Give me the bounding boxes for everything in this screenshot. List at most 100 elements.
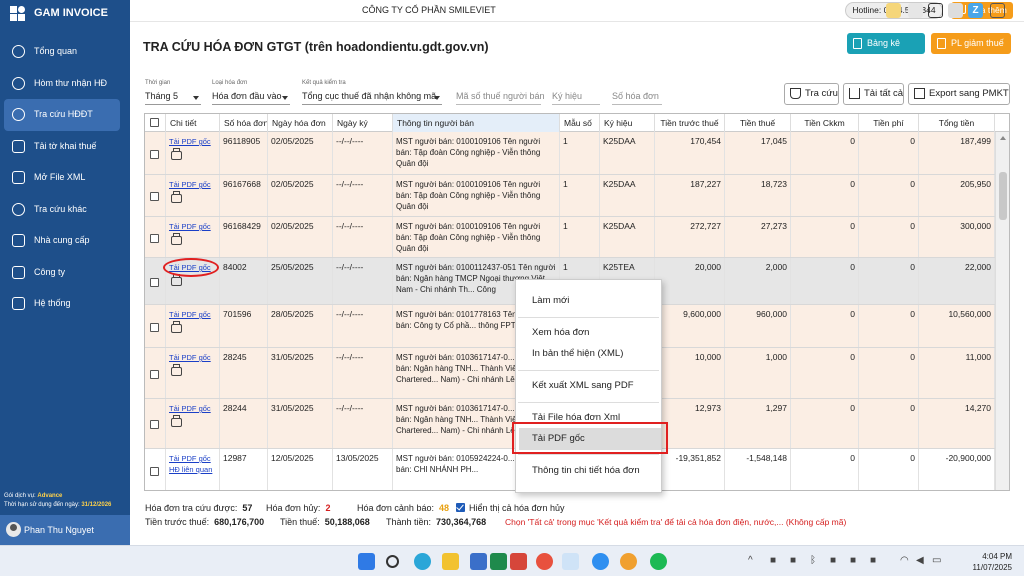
printer-icon[interactable] [171, 148, 182, 160]
table-row[interactable]: Tải PDF gốc 96118905 02/05/2025 --/--/---- M… [145, 132, 995, 175]
user-box[interactable]: Phan Thu Nguyet [0, 515, 130, 545]
tax-listing-button[interactable]: Bảng kê thuế [847, 33, 925, 69]
printer-icon[interactable] [171, 191, 182, 203]
language-icon[interactable]: ■ [870, 555, 876, 566]
download-pdf-link[interactable]: Tải PDF gốc [169, 454, 211, 463]
tax-reduction-button[interactable]: PL giảm thuế [931, 33, 1011, 54]
show-cancelled-label[interactable]: Hiển thị cả hóa đơn hủy [469, 503, 564, 513]
volume-icon[interactable]: ◀ [916, 555, 924, 566]
table-row[interactable]: Tải PDF gốc 96167668 02/05/2025 --/--/---- M… [145, 175, 995, 217]
book-icon[interactable] [990, 3, 1005, 18]
col-detail[interactable]: Chi tiết [166, 114, 220, 132]
tray-icon[interactable]: ■ [770, 555, 776, 566]
sidebar-item-overview[interactable]: Tổng quan [4, 36, 120, 68]
download-pdf-link[interactable]: Tải PDF gốc [169, 222, 211, 231]
col-pre-tax[interactable]: Tiền trước thuế [655, 114, 725, 132]
export-button[interactable]: Export sang PMKT [908, 83, 1010, 105]
windows-start-icon[interactable] [358, 553, 375, 570]
show-cancelled-checkbox[interactable] [456, 503, 465, 512]
col-discount[interactable]: Tiền Ckkm [791, 114, 859, 132]
printer-icon[interactable] [171, 274, 182, 286]
printer-icon[interactable] [171, 415, 182, 427]
mail-icon[interactable] [928, 3, 943, 18]
row-checkbox[interactable] [150, 420, 159, 429]
related-invoice-link[interactable]: HĐ liên quan [169, 464, 216, 475]
menu-print-xml[interactable]: In bản thể hiện (XML) [516, 343, 661, 365]
row-select-cell[interactable] [145, 132, 166, 174]
row-select-cell[interactable] [145, 175, 166, 216]
user-icon[interactable] [908, 3, 923, 18]
scroll-thumb[interactable] [999, 172, 1007, 220]
col-total[interactable]: Tổng tiền [919, 114, 995, 132]
col-form[interactable]: Mẫu số [560, 114, 600, 132]
powerpoint-icon[interactable] [510, 553, 527, 570]
excel-icon[interactable] [490, 553, 507, 570]
col-invoice-no[interactable]: Số hóa đơn [220, 114, 268, 132]
file-explorer-icon[interactable] [442, 553, 459, 570]
scroll-up-icon[interactable] [1000, 136, 1006, 140]
printer-icon[interactable] [171, 321, 182, 333]
zalo-icon[interactable] [592, 553, 609, 570]
col-fee[interactable]: Tiền phí [859, 114, 919, 132]
chrome-icon[interactable] [536, 553, 553, 570]
row-select-cell[interactable] [145, 305, 166, 347]
money-bag-icon[interactable] [886, 3, 901, 18]
nvidia-icon[interactable]: ■ [790, 555, 796, 566]
table-row[interactable]: Tải PDF gốc 96168429 02/05/2025 --/--/---- M… [145, 217, 995, 258]
row-select-cell[interactable] [145, 399, 166, 448]
row-checkbox[interactable] [150, 278, 159, 287]
download-pdf-link[interactable]: Tải PDF gốc [169, 137, 211, 146]
col-symbol[interactable]: Ký hiệu [600, 114, 655, 132]
col-seller[interactable]: Thông tin người bán [393, 114, 560, 132]
word-icon[interactable] [470, 553, 487, 570]
col-sign-date[interactable]: Ngày ký [333, 114, 393, 132]
menu-invoice-details[interactable]: Thông tin chi tiết hóa đơn [516, 460, 661, 482]
help-icon[interactable] [948, 3, 963, 18]
sidebar-item-tax-declaration[interactable]: Tải tờ khai thuế [4, 131, 120, 163]
download-pdf-link[interactable]: Tải PDF gốc [169, 353, 211, 362]
search-button[interactable]: Tra cứu [784, 83, 839, 105]
row-checkbox[interactable] [150, 467, 159, 476]
spotify-icon[interactable] [650, 553, 667, 570]
chevron-up-icon[interactable]: ^ [748, 555, 753, 566]
sidebar-item-inbox[interactable]: Hòm thư nhận HĐ [4, 68, 120, 100]
efy-icon[interactable] [620, 553, 637, 570]
tray-icon[interactable]: ■ [850, 555, 856, 566]
col-invoice-date[interactable]: Ngày hóa đơn [268, 114, 333, 132]
row-checkbox[interactable] [150, 192, 159, 201]
col-tax[interactable]: Tiền thuế [725, 114, 791, 132]
menu-view-invoice[interactable]: Xem hóa đơn [516, 322, 661, 344]
clock[interactable]: 4:04 PM 11/07/2025 [973, 551, 1012, 573]
sidebar-item-company[interactable]: Công ty [4, 257, 120, 289]
download-pdf-link[interactable]: Tải PDF gốc [169, 180, 211, 189]
sidebar-item-other-lookup[interactable]: Tra cứu khác [4, 194, 120, 226]
row-select-cell[interactable] [145, 449, 166, 490]
row-select-cell[interactable] [145, 348, 166, 398]
search-icon[interactable] [386, 555, 399, 568]
menu-export-pdf[interactable]: Kết xuất XML sang PDF [516, 375, 661, 397]
sidebar-item-open-xml[interactable]: Mở File XML [4, 162, 120, 194]
printer-icon[interactable] [171, 364, 182, 376]
select-all-header[interactable] [145, 114, 166, 132]
bluetooth-icon[interactable]: ᛒ [810, 555, 816, 566]
row-select-cell[interactable] [145, 217, 166, 257]
sidebar-item-suppliers[interactable]: Nhà cung cấp [4, 225, 120, 257]
row-checkbox[interactable] [150, 150, 159, 159]
row-checkbox[interactable] [150, 234, 159, 243]
sidebar-item-lookup[interactable]: Tra cứu HĐĐT [4, 99, 120, 131]
select-all-checkbox[interactable] [150, 118, 159, 127]
sidebar-item-system[interactable]: Hệ thống [4, 288, 120, 320]
menu-refresh[interactable]: Làm mới [516, 290, 661, 312]
download-pdf-link[interactable]: Tải PDF gốc [169, 404, 211, 413]
download-pdf-link[interactable]: Tải PDF gốc [169, 310, 211, 319]
edge-icon[interactable] [414, 553, 431, 570]
printer-icon[interactable] [171, 233, 182, 245]
wifi-icon[interactable]: ◠ [900, 555, 909, 566]
battery-icon[interactable]: ▭ [932, 555, 941, 566]
row-checkbox[interactable] [150, 370, 159, 379]
row-checkbox[interactable] [150, 323, 159, 332]
download-all-button[interactable]: Tải tất cả [843, 83, 904, 105]
tray-icon[interactable]: ■ [830, 555, 836, 566]
zalo-icon[interactable]: Z [968, 3, 983, 18]
gam-invoice-app-icon[interactable] [562, 553, 579, 570]
